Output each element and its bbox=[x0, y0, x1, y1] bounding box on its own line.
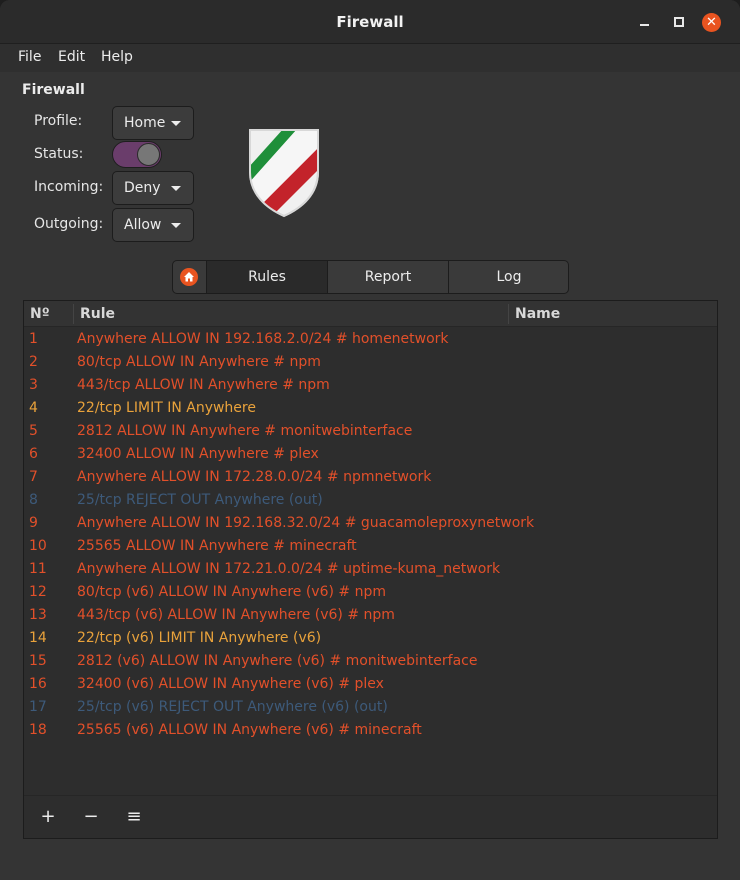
table-row[interactable]: 18 25565 (v6) ALLOW IN Anywhere (v6) # mi… bbox=[24, 719, 717, 742]
table-row[interactable]: 14 22/tcp (v6) LIMIT IN Anywhere (v6) bbox=[24, 627, 717, 650]
rule-number: 12 bbox=[29, 584, 47, 600]
tab-home[interactable] bbox=[173, 261, 206, 293]
table-row[interactable]: 1 Anywhere ALLOW IN 192.168.2.0/24 # home… bbox=[24, 328, 717, 351]
rule-menu-button[interactable]: ≡ bbox=[121, 804, 147, 830]
rule-number: 3 bbox=[29, 377, 38, 393]
profile-value: Home bbox=[124, 115, 166, 131]
table-row[interactable]: 4 22/tcp LIMIT IN Anywhere bbox=[24, 397, 717, 420]
rule-number: 11 bbox=[29, 561, 47, 577]
outgoing-value: Allow bbox=[124, 217, 162, 233]
rule-text: 443/tcp ALLOW IN Anywhere # npm bbox=[77, 377, 330, 393]
menu-edit[interactable]: Edit bbox=[58, 49, 85, 65]
chevron-down-icon bbox=[171, 186, 181, 191]
rule-text: Anywhere ALLOW IN 172.28.0.0/24 # npmnet… bbox=[77, 469, 432, 485]
incoming-label: Incoming: bbox=[34, 179, 104, 195]
rule-text: 25/tcp (v6) REJECT OUT Anywhere (v6) (ou… bbox=[77, 699, 388, 715]
status-toggle[interactable] bbox=[112, 141, 162, 168]
rule-number: 6 bbox=[29, 446, 38, 462]
title-bar[interactable]: Firewall ✕ bbox=[0, 0, 740, 44]
rule-number: 7 bbox=[29, 469, 38, 485]
add-rule-button[interactable]: + bbox=[35, 804, 61, 830]
column-header-rule[interactable]: Rule bbox=[74, 301, 508, 327]
gufw-shield-logo bbox=[248, 128, 320, 218]
remove-rule-button[interactable]: − bbox=[78, 804, 104, 830]
table-row[interactable]: 2 80/tcp ALLOW IN Anywhere # npm bbox=[24, 351, 717, 374]
rules-list: Nº Rule Name 1 Anywhere ALLOW IN 192.168.… bbox=[23, 300, 718, 839]
chevron-down-icon bbox=[171, 121, 181, 126]
table-row[interactable]: 7 Anywhere ALLOW IN 172.28.0.0/24 # npmne… bbox=[24, 466, 717, 489]
firewall-window: Firewall ✕ File Edit Help Firewall Profi… bbox=[0, 0, 740, 880]
menu-bar: File Edit Help bbox=[0, 44, 740, 72]
rule-text: 80/tcp (v6) ALLOW IN Anywhere (v6) # npm bbox=[77, 584, 386, 600]
rules-list-header: Nº Rule Name bbox=[24, 301, 717, 327]
table-row[interactable]: 10 25565 ALLOW IN Anywhere # minecraft bbox=[24, 535, 717, 558]
rule-text: 32400 (v6) ALLOW IN Anywhere (v6) # plex bbox=[77, 676, 384, 692]
table-row[interactable]: 8 25/tcp REJECT OUT Anywhere (out) bbox=[24, 489, 717, 512]
menu-help[interactable]: Help bbox=[101, 49, 133, 65]
rule-number: 1 bbox=[29, 331, 38, 347]
outgoing-label: Outgoing: bbox=[34, 216, 104, 232]
rule-text: 443/tcp (v6) ALLOW IN Anywhere (v6) # np… bbox=[77, 607, 395, 623]
table-row[interactable]: 6 32400 ALLOW IN Anywhere # plex bbox=[24, 443, 717, 466]
chevron-down-icon bbox=[171, 223, 181, 228]
rule-number: 13 bbox=[29, 607, 47, 623]
rule-number: 17 bbox=[29, 699, 47, 715]
rule-text: 32400 ALLOW IN Anywhere # plex bbox=[77, 446, 319, 462]
rule-number: 2 bbox=[29, 354, 38, 370]
rules-rows: 1 Anywhere ALLOW IN 192.168.2.0/24 # home… bbox=[24, 328, 717, 742]
tab-rules[interactable]: Rules bbox=[206, 261, 327, 293]
table-row[interactable]: 9 Anywhere ALLOW IN 192.168.32.0/24 # gua… bbox=[24, 512, 717, 535]
toggle-knob bbox=[137, 143, 160, 166]
rule-text: Anywhere ALLOW IN 172.21.0.0/24 # uptime… bbox=[77, 561, 501, 577]
tab-report[interactable]: Report bbox=[327, 261, 448, 293]
view-tabs: Rules Report Log bbox=[172, 260, 569, 294]
rule-text: 25565 (v6) ALLOW IN Anywhere (v6) # mine… bbox=[77, 722, 422, 738]
rule-text: 2812 ALLOW IN Anywhere # monitwebinterfa… bbox=[77, 423, 413, 439]
section-title: Firewall bbox=[22, 82, 85, 98]
incoming-dropdown[interactable]: Deny bbox=[112, 171, 194, 205]
rule-text: 25565 ALLOW IN Anywhere # minecraft bbox=[77, 538, 357, 554]
rule-text: 22/tcp LIMIT IN Anywhere bbox=[77, 400, 256, 416]
window-title: Firewall bbox=[336, 13, 404, 31]
rule-text: Anywhere ALLOW IN 192.168.32.0/24 # guac… bbox=[77, 515, 535, 531]
incoming-value: Deny bbox=[124, 180, 161, 196]
table-row[interactable]: 5 2812 ALLOW IN Anywhere # monitwebinterf… bbox=[24, 420, 717, 443]
outgoing-dropdown[interactable]: Allow bbox=[112, 208, 194, 242]
rule-text: 80/tcp ALLOW IN Anywhere # npm bbox=[77, 354, 321, 370]
table-row[interactable]: 16 32400 (v6) ALLOW IN Anywhere (v6) # pl… bbox=[24, 673, 717, 696]
rule-number: 16 bbox=[29, 676, 47, 692]
table-row[interactable]: 12 80/tcp (v6) ALLOW IN Anywhere (v6) # n… bbox=[24, 581, 717, 604]
rule-text: 22/tcp (v6) LIMIT IN Anywhere (v6) bbox=[77, 630, 322, 646]
rule-number: 4 bbox=[29, 400, 38, 416]
table-row[interactable]: 17 25/tcp (v6) REJECT OUT Anywhere (v6) (… bbox=[24, 696, 717, 719]
rule-number: 9 bbox=[29, 515, 38, 531]
status-label: Status: bbox=[34, 146, 84, 162]
column-header-name[interactable]: Name bbox=[509, 301, 709, 327]
rule-number: 14 bbox=[29, 630, 47, 646]
close-icon[interactable]: ✕ bbox=[702, 13, 721, 32]
table-row[interactable]: 13 443/tcp (v6) ALLOW IN Anywhere (v6) # … bbox=[24, 604, 717, 627]
rule-text: Anywhere ALLOW IN 192.168.2.0/24 # homen… bbox=[77, 331, 449, 347]
tab-log[interactable]: Log bbox=[448, 261, 568, 293]
rule-number: 18 bbox=[29, 722, 47, 738]
profile-dropdown[interactable]: Home bbox=[112, 106, 194, 140]
table-row[interactable]: 11 Anywhere ALLOW IN 172.21.0.0/24 # upti… bbox=[24, 558, 717, 581]
rule-number: 5 bbox=[29, 423, 38, 439]
table-row[interactable]: 15 2812 (v6) ALLOW IN Anywhere (v6) # mon… bbox=[24, 650, 717, 673]
rules-toolbar: + − ≡ bbox=[24, 795, 717, 838]
table-row[interactable]: 3 443/tcp ALLOW IN Anywhere # npm bbox=[24, 374, 717, 397]
column-header-num[interactable]: Nº bbox=[24, 301, 74, 327]
rule-text: 2812 (v6) ALLOW IN Anywhere (v6) # monit… bbox=[77, 653, 478, 669]
menu-file[interactable]: File bbox=[18, 49, 41, 65]
rule-number: 15 bbox=[29, 653, 47, 669]
minimize-icon[interactable] bbox=[636, 13, 654, 31]
profile-label: Profile: bbox=[34, 113, 83, 129]
home-icon bbox=[180, 268, 198, 286]
maximize-icon[interactable] bbox=[670, 13, 688, 31]
rule-text: 25/tcp REJECT OUT Anywhere (out) bbox=[77, 492, 323, 508]
rule-number: 8 bbox=[29, 492, 38, 508]
rule-number: 10 bbox=[29, 538, 47, 554]
